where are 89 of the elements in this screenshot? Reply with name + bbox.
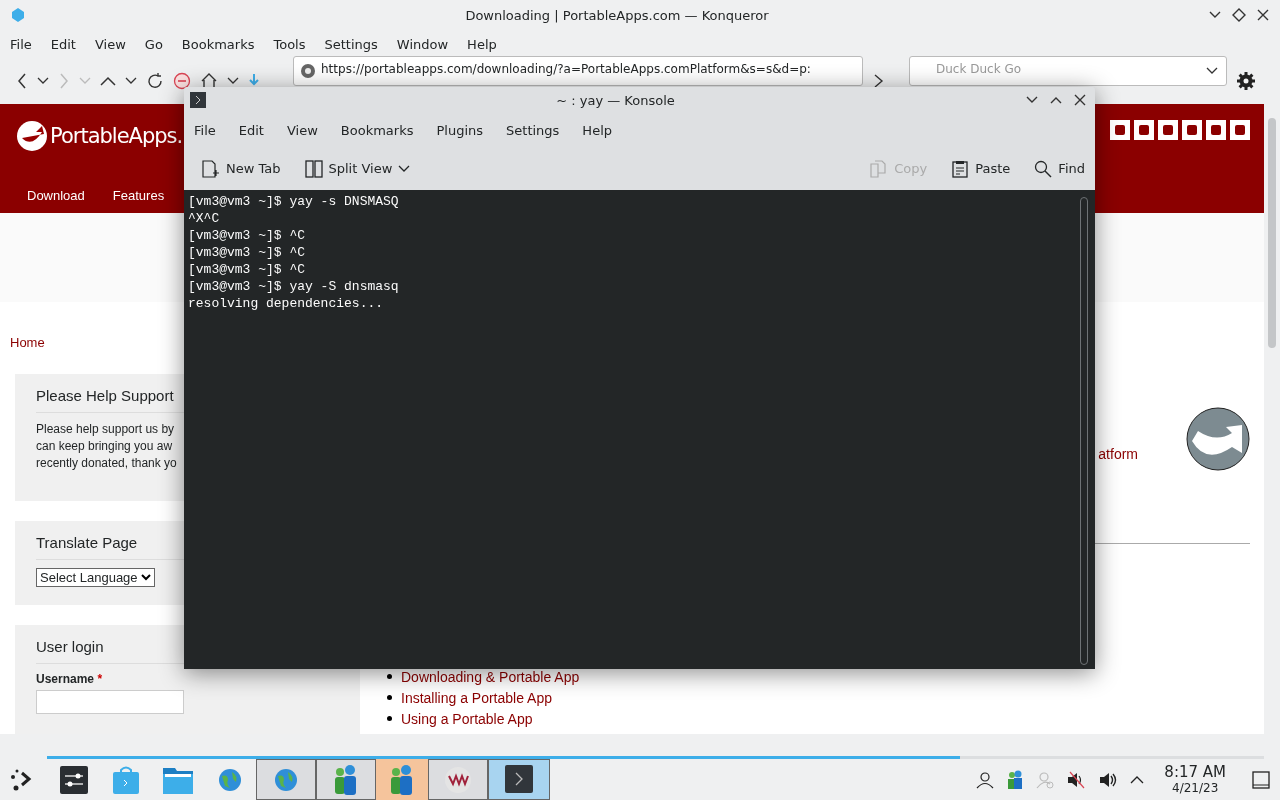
taskbar-item[interactable]: [428, 759, 488, 800]
social-icon[interactable]: [1230, 120, 1250, 140]
caret-icon[interactable]: [125, 77, 137, 85]
nav-link[interactable]: Download: [27, 187, 85, 203]
logo-icon: [16, 120, 48, 152]
show-desktop-icon[interactable]: [1252, 770, 1270, 789]
logo-text: PortableApps.: [50, 124, 183, 148]
folder-icon: [163, 765, 193, 794]
settings-icon[interactable]: [1236, 71, 1256, 91]
toolbar-button[interactable]: Find: [1032, 157, 1087, 180]
new-tab-icon: [202, 159, 220, 178]
menu-item[interactable]: Bookmarks: [173, 36, 263, 52]
terminal-line: [vm3@vm3 ~]$ ^C: [188, 244, 307, 261]
menu-item[interactable]: Settings: [498, 122, 568, 138]
users-icon[interactable]: [1006, 769, 1025, 790]
article-link[interactable]: Downloading & Portable App: [401, 668, 580, 685]
maximize-icon[interactable]: [1232, 8, 1246, 22]
menu-item[interactable]: Go: [136, 36, 171, 52]
menu-item[interactable]: Edit: [42, 36, 84, 52]
menu-item[interactable]: View: [86, 36, 134, 52]
nav-link[interactable]: Features: [112, 187, 165, 203]
social-icon[interactable]: [1158, 120, 1178, 140]
menu-item[interactable]: File: [2, 36, 40, 52]
article-link[interactable]: Using a Portable App: [401, 710, 533, 727]
social-icon[interactable]: [1206, 120, 1226, 140]
menu-item[interactable]: Help: [459, 36, 505, 52]
toolbar-button[interactable]: Paste: [949, 157, 1013, 180]
terminal-line: ^X^C: [188, 210, 221, 227]
menu-item[interactable]: Window: [388, 36, 457, 52]
terminal-icon: [190, 92, 206, 108]
split-view-icon: [304, 159, 323, 178]
toolbar-button[interactable]: New Tab: [200, 157, 283, 180]
terminal-line: [vm3@vm3 ~]$ yay -s DNSMASQ: [188, 193, 400, 210]
caret-icon: [140, 574, 151, 581]
copy-icon: [870, 159, 889, 178]
caret-icon[interactable]: [227, 77, 239, 85]
menu-item[interactable]: View: [278, 122, 326, 138]
window-title: Downloading | PortableApps.com — Konqueror: [464, 7, 770, 23]
shopping-bag-icon: [113, 765, 139, 794]
close-icon[interactable]: [1073, 93, 1087, 107]
clipboard-icon: [951, 159, 970, 178]
caret-icon[interactable]: [1206, 67, 1218, 75]
caret-icon: [398, 164, 411, 173]
social-icon[interactable]: [1110, 120, 1130, 140]
terminal-icon: [505, 765, 533, 793]
up-icon[interactable]: [100, 76, 116, 86]
menu-item[interactable]: Tools: [265, 36, 314, 52]
close-icon[interactable]: [1256, 8, 1270, 22]
back-icon[interactable]: [16, 73, 28, 89]
address-field[interactable]: https://portableapps.com/downloading/?a=PortableApps.comPlatform&s=s&d=p:: [293, 56, 863, 86]
clock-time: 8:17 AM: [1164, 763, 1226, 780]
expand-icon[interactable]: [1130, 774, 1145, 785]
social-icon[interactable]: [1182, 120, 1202, 140]
toolbar-button[interactable]: Split View: [302, 157, 413, 180]
window-title: ~ : yay — Konsole: [555, 92, 676, 108]
clock[interactable]: 8:17 AM 4/21/23: [1164, 763, 1226, 796]
page-link[interactable]: atform: [1098, 446, 1138, 462]
menu-item[interactable]: Edit: [230, 122, 272, 138]
stop-icon[interactable]: [173, 72, 191, 90]
panel-text: Please help support us by can keep bringing you aw recently donated, thank yo: [36, 421, 178, 472]
reload-icon[interactable]: [146, 72, 164, 90]
menu-item[interactable]: Plugins: [428, 122, 492, 138]
taskbar-item[interactable]: [488, 759, 550, 800]
muted-speaker-icon[interactable]: [1066, 770, 1087, 789]
field-label: Username: [36, 672, 95, 686]
menu-item[interactable]: Settings: [316, 36, 386, 52]
terminal-line: [vm3@vm3 ~]$ ^C: [188, 227, 307, 244]
breadcrumb-link[interactable]: Home: [10, 335, 45, 350]
clock-date: 4/21/23: [1172, 779, 1219, 796]
user-icon[interactable]: [976, 770, 995, 789]
vm-logo-icon: [444, 765, 472, 794]
terminal-line: [vm3@vm3 ~]$ yay -S dnsmasq: [188, 278, 400, 295]
menu-item[interactable]: Bookmarks: [332, 122, 422, 138]
globe-icon: [300, 63, 316, 79]
social-icon[interactable]: [1134, 120, 1154, 140]
terminal-line: resolving dependencies...: [188, 295, 385, 312]
caret-icon[interactable]: [37, 77, 49, 85]
speaker-icon[interactable]: [1098, 770, 1119, 789]
required-mark: *: [97, 672, 103, 686]
language-select[interactable]: Select Language: [36, 568, 155, 587]
logo-icon: [1186, 407, 1250, 471]
terminal-line: [vm3@vm3 ~]$ ^C: [188, 261, 307, 278]
article-link[interactable]: Installing a Portable App: [401, 689, 552, 706]
sliders-icon: [60, 765, 88, 794]
username-field[interactable]: [36, 690, 184, 714]
search-icon: [1034, 159, 1053, 178]
menu-item[interactable]: Help: [574, 122, 620, 138]
app-icon: [10, 7, 26, 23]
menu-item[interactable]: File: [186, 122, 224, 138]
